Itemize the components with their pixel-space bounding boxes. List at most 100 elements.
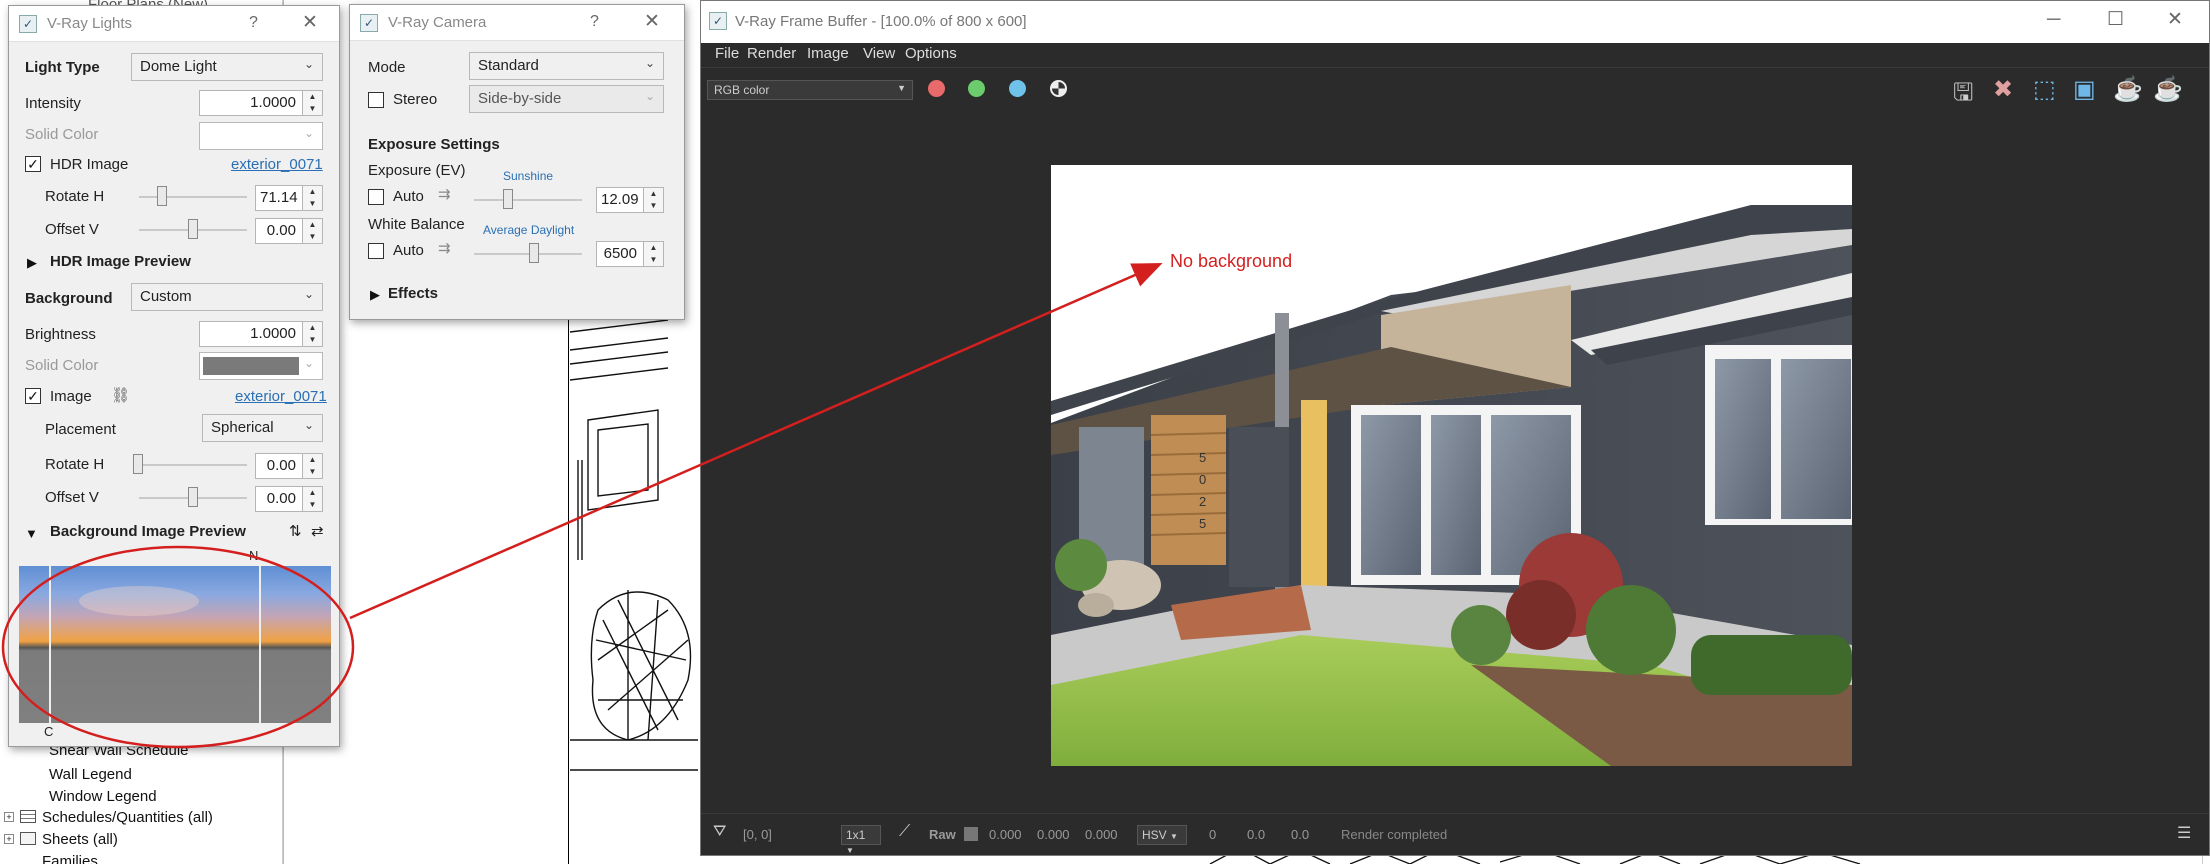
hdr-preview-section[interactable]: HDR Image Preview xyxy=(50,253,191,270)
offset-v-input[interactable]: 0.00 ▲ ▼ xyxy=(255,218,323,244)
minimize-icon[interactable]: ─ xyxy=(2047,9,2060,31)
tree-item-window-legend[interactable]: Window Legend xyxy=(49,788,157,805)
close-icon[interactable]: ✕ xyxy=(2167,9,2183,31)
image-link[interactable]: exterior_0071 xyxy=(235,388,327,405)
channel-select-value: RGB color xyxy=(714,83,770,97)
spinner-arrows-icon[interactable]: ▲ ▼ xyxy=(302,186,322,210)
link-arrows-icon[interactable]: ⇉ xyxy=(438,185,451,203)
background-select[interactable]: Custom ⌄ xyxy=(131,283,323,311)
raw-r: 0.000 xyxy=(989,827,1022,842)
hdr-image-link[interactable]: exterior_0071 xyxy=(231,156,323,173)
flip-vertical-icon[interactable]: ⇅ xyxy=(289,522,302,540)
help-icon[interactable]: ? xyxy=(249,12,258,34)
solid-color2-picker[interactable]: ⌄ xyxy=(199,352,323,380)
exposure-slider-track[interactable] xyxy=(474,199,582,201)
spinner-arrows-icon[interactable]: ▲ ▼ xyxy=(302,454,322,478)
interactive-render-icon[interactable]: ☕ xyxy=(2113,75,2143,104)
wb-input[interactable]: 6500 ▲ ▼ xyxy=(596,241,664,267)
save-icon[interactable]: 🖫 xyxy=(1953,75,1973,116)
link-chain-icon[interactable]: ⛓ xyxy=(111,386,130,404)
green-channel-button[interactable] xyxy=(968,80,985,97)
exposure-input[interactable]: 12.09 ▲ ▼ xyxy=(596,187,664,213)
spinner-arrows-icon[interactable]: ▲ ▼ xyxy=(302,322,322,346)
sheets-icon xyxy=(20,832,36,845)
spinner-arrows-icon[interactable]: ▲ ▼ xyxy=(302,91,322,115)
menu-options[interactable]: Options xyxy=(905,45,957,62)
vfb-titlebar[interactable]: ✓ V-Ray Frame Buffer - [100.0% of 800 x … xyxy=(701,1,2209,43)
exposure-auto-label: Auto xyxy=(393,188,424,205)
red-channel-button[interactable] xyxy=(928,80,945,97)
menu-image[interactable]: Image xyxy=(807,45,849,62)
render-image[interactable]: 5 0 2 5 No background xyxy=(1051,165,1852,766)
render-teapot-icon[interactable]: ☕ xyxy=(2153,75,2183,104)
image-checkbox[interactable]: ✓ xyxy=(25,388,41,404)
offset-v-slider-thumb[interactable] xyxy=(188,219,198,239)
color-picker-icon[interactable]: ⟋ xyxy=(899,823,910,841)
hdr-image-checkbox[interactable]: ✓ xyxy=(25,156,41,172)
spinner-arrows-icon[interactable]: ▲ ▼ xyxy=(643,242,663,266)
lights-titlebar[interactable]: ✓ V-Ray Lights ? ✕ xyxy=(9,6,339,42)
pixel-info-icon[interactable]: ⛛ xyxy=(713,823,726,841)
close-icon[interactable]: ✕ xyxy=(644,11,660,33)
camera-titlebar[interactable]: ✓ V-Ray Camera ? ✕ xyxy=(350,5,684,41)
link-arrows-icon[interactable]: ⇉ xyxy=(438,239,451,257)
track-mouse-icon[interactable]: ▣ xyxy=(2073,75,2096,104)
region-render-icon[interactable]: ⬚ xyxy=(2033,75,2056,104)
effects-section[interactable]: Effects xyxy=(388,285,438,302)
chevron-down-icon: ⌄ xyxy=(303,126,314,140)
solid-color-picker[interactable]: ⌄ xyxy=(199,122,323,150)
schedule-icon xyxy=(20,810,36,823)
expand-caret-icon[interactable]: ▶ xyxy=(370,287,380,303)
bg-preview-section[interactable]: Background Image Preview xyxy=(50,523,246,540)
collapse-caret-icon[interactable]: ▼ xyxy=(25,526,38,541)
brightness-value: 1.0000 xyxy=(250,325,296,342)
offset-v2-input[interactable]: 0.00 ▲ ▼ xyxy=(255,486,323,512)
rotate-h2-slider-track[interactable] xyxy=(139,464,247,466)
exposure-slider-thumb[interactable] xyxy=(503,189,513,209)
tree-group-families[interactable]: Families xyxy=(42,853,98,864)
stereo-checkbox[interactable] xyxy=(368,92,384,108)
mode-select[interactable]: Standard ⌄ xyxy=(469,52,664,80)
rotate-h2-slider-thumb[interactable] xyxy=(133,454,143,474)
brightness-input[interactable]: 1.0000 ▲ ▼ xyxy=(199,321,323,347)
exposure-ev-label: Exposure (EV) xyxy=(368,162,466,179)
wb-slider-track[interactable] xyxy=(474,253,582,255)
exposure-auto-checkbox[interactable] xyxy=(368,189,384,205)
white-balance-label: White Balance xyxy=(368,216,465,233)
placement-select[interactable]: Spherical ⌄ xyxy=(202,414,323,442)
wb-auto-checkbox[interactable] xyxy=(368,243,384,259)
tree-expander[interactable]: + xyxy=(4,834,14,844)
maximize-icon[interactable]: ☐ xyxy=(2107,9,2124,31)
close-icon[interactable]: ✕ xyxy=(302,12,318,34)
channel-select[interactable]: RGB color ▼ xyxy=(707,80,913,100)
color-space-select[interactable]: HSV ▼ xyxy=(1137,825,1187,845)
alpha-channel-button[interactable] xyxy=(1050,80,1067,97)
tree-group-schedules[interactable]: Schedules/Quantities (all) xyxy=(42,809,213,826)
spinner-arrows-icon[interactable]: ▲ ▼ xyxy=(302,219,322,243)
help-icon[interactable]: ? xyxy=(590,11,599,33)
offset-v2-slider-thumb[interactable] xyxy=(188,487,198,507)
ratio-value: 1x1 xyxy=(846,828,866,842)
light-type-select[interactable]: Dome Light ⌄ xyxy=(131,53,323,81)
spinner-arrows-icon[interactable]: ▲ ▼ xyxy=(302,487,322,511)
menu-view[interactable]: View xyxy=(863,45,895,62)
rotate-h-input[interactable]: 71.14 ▲ ▼ xyxy=(255,185,323,211)
expand-caret-icon[interactable]: ▶ xyxy=(27,255,37,271)
blue-channel-button[interactable] xyxy=(1009,80,1026,97)
menu-render[interactable]: Render xyxy=(747,45,796,62)
ratio-select[interactable]: 1x1 ▼ xyxy=(841,825,881,855)
wb-slider-thumb[interactable] xyxy=(529,243,539,263)
log-icon[interactable]: ☰ xyxy=(2177,823,2191,843)
tree-expander[interactable]: + xyxy=(4,812,14,822)
clear-image-icon[interactable]: ✖ xyxy=(1993,75,2013,104)
tree-group-sheets[interactable]: Sheets (all) xyxy=(42,831,118,848)
rotate-h-slider-track[interactable] xyxy=(139,196,247,198)
tree-item-wall-legend[interactable]: Wall Legend xyxy=(49,766,132,783)
intensity-input[interactable]: 1.0000 ▲ ▼ xyxy=(199,90,323,116)
flip-horizontal-icon[interactable]: ⇄ xyxy=(311,522,324,540)
spinner-arrows-icon[interactable]: ▲ ▼ xyxy=(643,188,663,212)
rotate-h-slider-thumb[interactable] xyxy=(157,186,167,206)
menu-file[interactable]: File xyxy=(715,45,739,62)
rotate-h2-input[interactable]: 0.00 ▲ ▼ xyxy=(255,453,323,479)
stereo-select[interactable]: Side-by-side ⌄ xyxy=(469,85,664,113)
